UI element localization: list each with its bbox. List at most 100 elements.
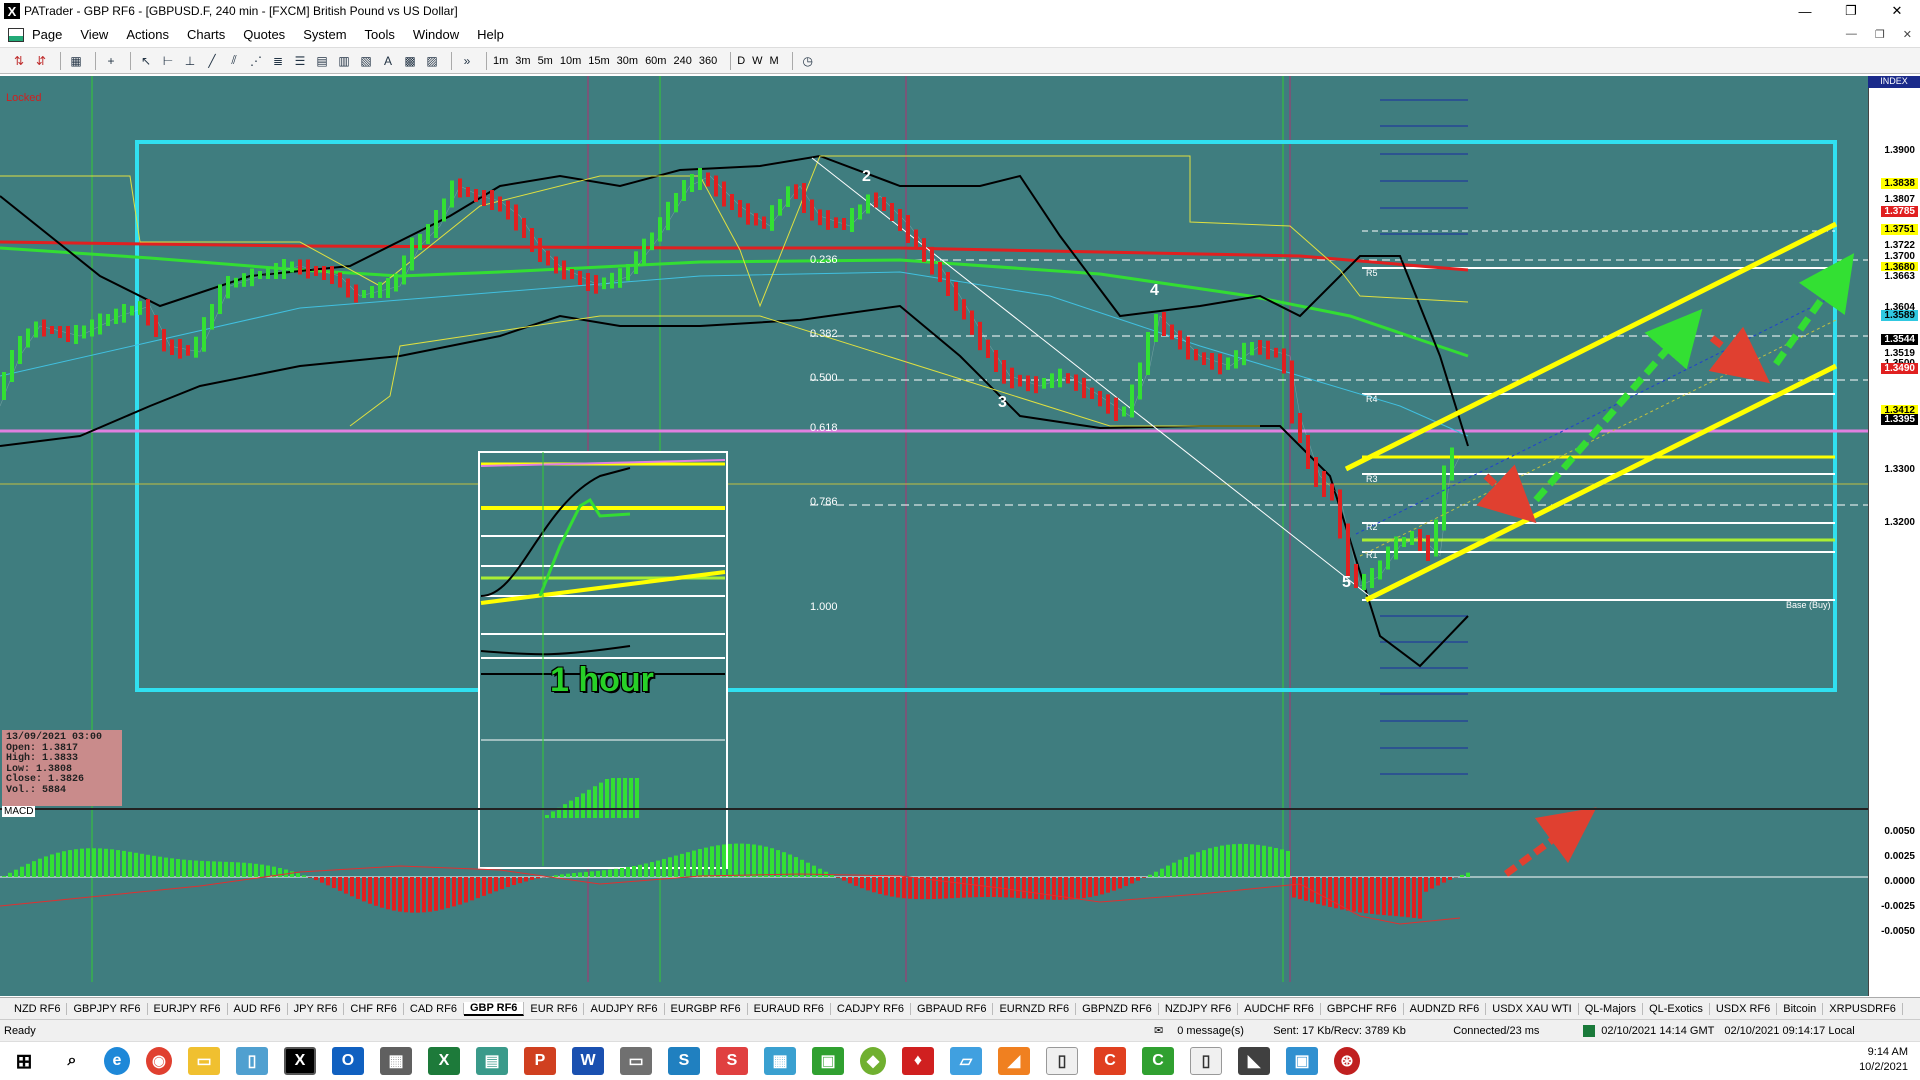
- notepad-icon[interactable]: ▯: [1046, 1047, 1078, 1075]
- search-icon[interactable]: ⌕: [56, 1047, 88, 1075]
- fib-fan-icon[interactable]: ⋰: [247, 52, 265, 70]
- buy-sell-icon[interactable]: ⇅: [10, 52, 28, 70]
- app-icon[interactable]: ▭: [620, 1047, 652, 1075]
- symbol-tab[interactable]: EURGBP RF6: [665, 1002, 748, 1015]
- symbol-tab[interactable]: AUD RF6: [228, 1002, 288, 1015]
- timeframe-15m[interactable]: 15m: [588, 55, 609, 67]
- timeframe-30m[interactable]: 30m: [617, 55, 638, 67]
- menu-system[interactable]: System: [303, 27, 346, 42]
- symbol-tab[interactable]: NZDJPY RF6: [1159, 1002, 1239, 1015]
- symbol-tab[interactable]: CHF RF6: [344, 1002, 404, 1015]
- app-icon[interactable]: C: [1094, 1047, 1126, 1075]
- symbol-tab[interactable]: XRPUSDRF6: [1823, 1002, 1903, 1015]
- crosshair-icon[interactable]: +: [102, 52, 120, 70]
- gann-icon[interactable]: ▤: [313, 52, 331, 70]
- price-chart[interactable]: Locked 2 3 4 5 0.236 0.382 0.500 0.618 0…: [0, 76, 1920, 1072]
- snagit-editor-icon[interactable]: S: [716, 1047, 748, 1075]
- symbol-tab[interactable]: CAD RF6: [404, 1002, 464, 1015]
- timeframe-monthly[interactable]: M: [770, 55, 779, 67]
- symbol-tab[interactable]: USDX XAU WTI: [1486, 1002, 1579, 1015]
- menu-tools[interactable]: Tools: [365, 27, 395, 42]
- mail-icon[interactable]: ✉: [1154, 1024, 1163, 1037]
- symbol-tab[interactable]: AUDNZD RF6: [1404, 1002, 1487, 1015]
- timeframe-3m[interactable]: 3m: [515, 55, 530, 67]
- menu-help[interactable]: Help: [477, 27, 504, 42]
- channel-icon[interactable]: ⫽: [225, 52, 243, 70]
- word-icon[interactable]: W: [572, 1047, 604, 1075]
- order-icon[interactable]: ⇵: [32, 52, 50, 70]
- minimize-button[interactable]: —: [1782, 0, 1828, 22]
- symbol-tab[interactable]: AUDCHF RF6: [1238, 1002, 1321, 1015]
- templates-icon[interactable]: ▨: [423, 52, 441, 70]
- notepad-icon[interactable]: ▯: [1190, 1047, 1222, 1075]
- app-icon[interactable]: ▱: [950, 1047, 982, 1075]
- menu-charts[interactable]: Charts: [187, 27, 225, 42]
- windows-start-icon[interactable]: ⊞: [8, 1047, 40, 1075]
- menu-actions[interactable]: Actions: [126, 27, 169, 42]
- indicators-icon[interactable]: ▩: [401, 52, 419, 70]
- symbol-tab[interactable]: GBPJPY RF6: [67, 1002, 148, 1015]
- app-icon[interactable]: ◣: [1238, 1047, 1270, 1075]
- app-icon[interactable]: ◢: [998, 1047, 1030, 1075]
- camtasia-icon[interactable]: C: [1142, 1047, 1174, 1075]
- symbol-tab[interactable]: EURAUD RF6: [748, 1002, 831, 1015]
- cycle-lines-icon[interactable]: ▥: [335, 52, 353, 70]
- symbol-tab[interactable]: CADJPY RF6: [831, 1002, 911, 1015]
- pivot-icon[interactable]: ▧: [357, 52, 375, 70]
- menu-page[interactable]: Page: [32, 27, 62, 42]
- symbol-tab[interactable]: EURJPY RF6: [148, 1002, 228, 1015]
- symbol-tab[interactable]: GBPAUD RF6: [911, 1002, 994, 1015]
- edge-icon[interactable]: e: [104, 1047, 130, 1075]
- menu-window[interactable]: Window: [413, 27, 459, 42]
- timeframe-360[interactable]: 360: [699, 55, 717, 67]
- timeframe-10m[interactable]: 10m: [560, 55, 581, 67]
- app-icon[interactable]: ▣: [812, 1047, 844, 1075]
- symbol-tab[interactable]: GBPCHF RF6: [1321, 1002, 1404, 1015]
- excel-icon[interactable]: X: [428, 1047, 460, 1075]
- trendline-icon[interactable]: ╱: [203, 52, 221, 70]
- fib-retracement-icon[interactable]: ≣: [269, 52, 287, 70]
- timeframe-240[interactable]: 240: [673, 55, 691, 67]
- app-icon[interactable]: ▤: [476, 1047, 508, 1075]
- symbol-tab[interactable]: AUDJPY RF6: [584, 1002, 665, 1015]
- calculator-icon[interactable]: ▦: [380, 1047, 412, 1075]
- close-button[interactable]: ✕: [1874, 0, 1920, 22]
- file-explorer-icon[interactable]: ▭: [188, 1047, 220, 1075]
- symbol-tab[interactable]: Bitcoin: [1777, 1002, 1824, 1015]
- app-icon[interactable]: ⊛: [1334, 1047, 1360, 1075]
- more-tools-icon[interactable]: »: [458, 52, 476, 70]
- powerpoint-icon[interactable]: P: [524, 1047, 556, 1075]
- vertical-line-icon[interactable]: ⊥: [181, 52, 199, 70]
- app-icon[interactable]: ▣: [1286, 1047, 1318, 1075]
- patrader-icon[interactable]: X: [284, 1047, 316, 1075]
- taskbar-clock[interactable]: 9:14 AM 10/2/2021: [1859, 1045, 1908, 1075]
- symbol-tab[interactable]: QL-Majors: [1579, 1002, 1644, 1015]
- symbol-tab[interactable]: QL-Exotics: [1643, 1002, 1710, 1015]
- text-icon[interactable]: A: [379, 52, 397, 70]
- chart-icon[interactable]: ▦: [67, 52, 85, 70]
- symbol-tab[interactable]: EURNZD RF6: [993, 1002, 1077, 1015]
- timeframe-1m[interactable]: 1m: [493, 55, 508, 67]
- symbol-tab[interactable]: JPY RF6: [288, 1002, 345, 1015]
- app-icon[interactable]: ▦: [764, 1047, 796, 1075]
- price-scale[interactable]: INDEX 1.3900 1.3838 1.3807 1.3785 1.3751 1.37…: [1868, 76, 1920, 996]
- symbol-tab[interactable]: NZD RF6: [8, 1002, 68, 1015]
- outlook-icon[interactable]: O: [332, 1047, 364, 1075]
- menu-quotes[interactable]: Quotes: [243, 27, 285, 42]
- child-close-button[interactable]: ✕: [1903, 28, 1912, 41]
- child-minimize-button[interactable]: —: [1846, 28, 1857, 41]
- timeframe-60m[interactable]: 60m: [645, 55, 666, 67]
- timeframe-daily[interactable]: D: [737, 55, 745, 67]
- symbol-tab[interactable]: GBPNZD RF6: [1076, 1002, 1159, 1015]
- cursor-icon[interactable]: ↖: [137, 52, 155, 70]
- menu-view[interactable]: View: [80, 27, 108, 42]
- timeframe-5m[interactable]: 5m: [538, 55, 553, 67]
- tablet-icon[interactable]: ▯: [236, 1047, 268, 1075]
- timeframe-weekly[interactable]: W: [752, 55, 762, 67]
- maximize-button[interactable]: ❐: [1828, 0, 1874, 22]
- app-icon[interactable]: ◆: [860, 1047, 886, 1075]
- snagit-icon[interactable]: S: [668, 1047, 700, 1075]
- symbol-tab[interactable]: USDX RF6: [1710, 1002, 1778, 1015]
- horizontal-line-icon[interactable]: ⊢: [159, 52, 177, 70]
- app-icon[interactable]: ♦: [902, 1047, 934, 1075]
